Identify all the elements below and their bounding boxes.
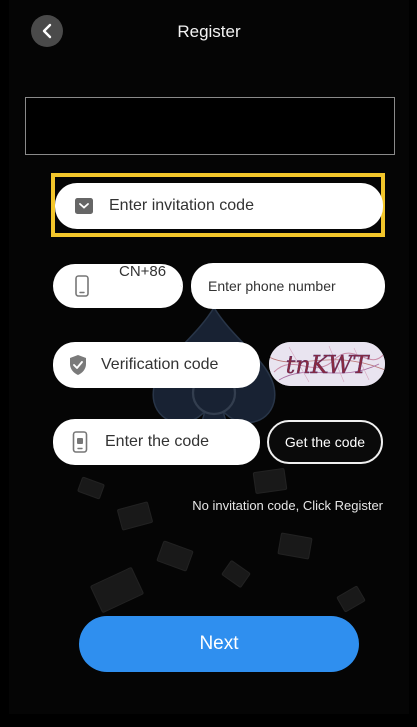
card-decoration (221, 559, 251, 589)
banner-placeholder (25, 97, 395, 155)
captcha-image[interactable]: tnKWT (269, 342, 385, 386)
phone-number-field[interactable] (191, 263, 385, 309)
verification-code-field[interactable] (53, 342, 260, 388)
sms-phone-icon (69, 431, 91, 453)
country-code-select[interactable]: CN+86 (53, 263, 183, 308)
sms-code-field[interactable] (53, 419, 260, 465)
phone-icon (71, 275, 93, 297)
card-decoration (116, 501, 154, 531)
page-title: Register (177, 22, 241, 41)
card-decoration (89, 566, 145, 614)
register-screen: Register CN+86 (9, 0, 409, 714)
verification-code-input[interactable] (99, 355, 260, 375)
card-decoration (336, 585, 366, 613)
sms-code-input[interactable] (103, 432, 260, 452)
chevron-down-icon (180, 285, 183, 287)
card-decoration (277, 532, 313, 560)
card-decoration (156, 540, 194, 572)
top-bar: Register (9, 0, 409, 64)
shield-icon (67, 354, 89, 376)
invitation-code-field[interactable] (55, 183, 383, 229)
country-code-label: CN+86 (119, 263, 167, 280)
card-decoration (252, 467, 288, 495)
envelope-icon (73, 195, 95, 217)
next-button[interactable]: Next (79, 616, 359, 672)
phone-number-input[interactable] (206, 277, 385, 295)
register-hint-link[interactable]: No invitation code, Click Register (192, 498, 383, 513)
captcha-text: tnKWT (286, 351, 371, 379)
invitation-code-input[interactable] (107, 196, 383, 216)
get-code-button[interactable]: Get the code (267, 420, 383, 464)
card-decoration (76, 476, 106, 500)
